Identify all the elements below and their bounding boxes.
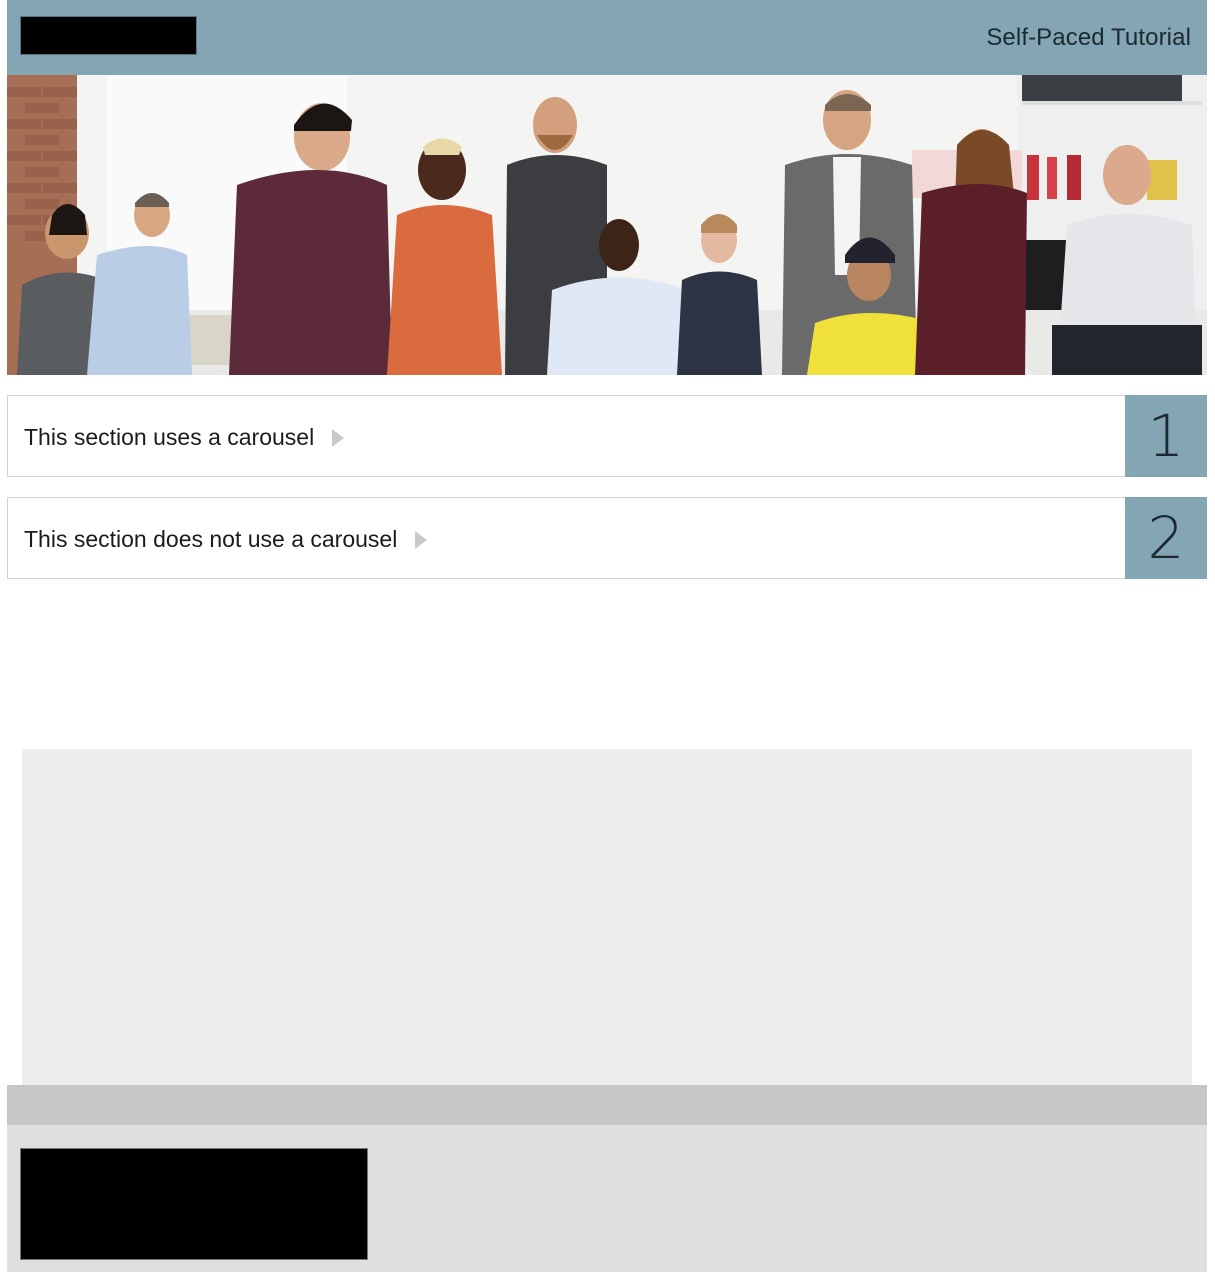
section-row-carousel[interactable]: This section uses a carousel 1 (7, 395, 1207, 477)
site-header: Self-Paced Tutorial (7, 0, 1207, 75)
footer-logo-redacted (20, 1148, 368, 1260)
logo-redacted[interactable] (20, 16, 197, 55)
hero-team-photo (7, 75, 1207, 375)
footer-bar (7, 1085, 1207, 1125)
play-arrow-icon (415, 530, 428, 549)
content-panel (22, 749, 1192, 1085)
section-row-no-carousel[interactable]: This section does not use a carousel 2 (7, 497, 1207, 579)
play-arrow-icon (332, 428, 345, 447)
section-number-badge: 2 (1125, 497, 1207, 579)
section-number-badge: 1 (1125, 395, 1207, 477)
section-label: This section uses a carousel (24, 424, 315, 450)
page-title: Self-Paced Tutorial (986, 24, 1191, 51)
section-label: This section does not use a carousel (24, 526, 398, 552)
team-photo-image (7, 75, 1207, 375)
site-footer (7, 1125, 1207, 1272)
